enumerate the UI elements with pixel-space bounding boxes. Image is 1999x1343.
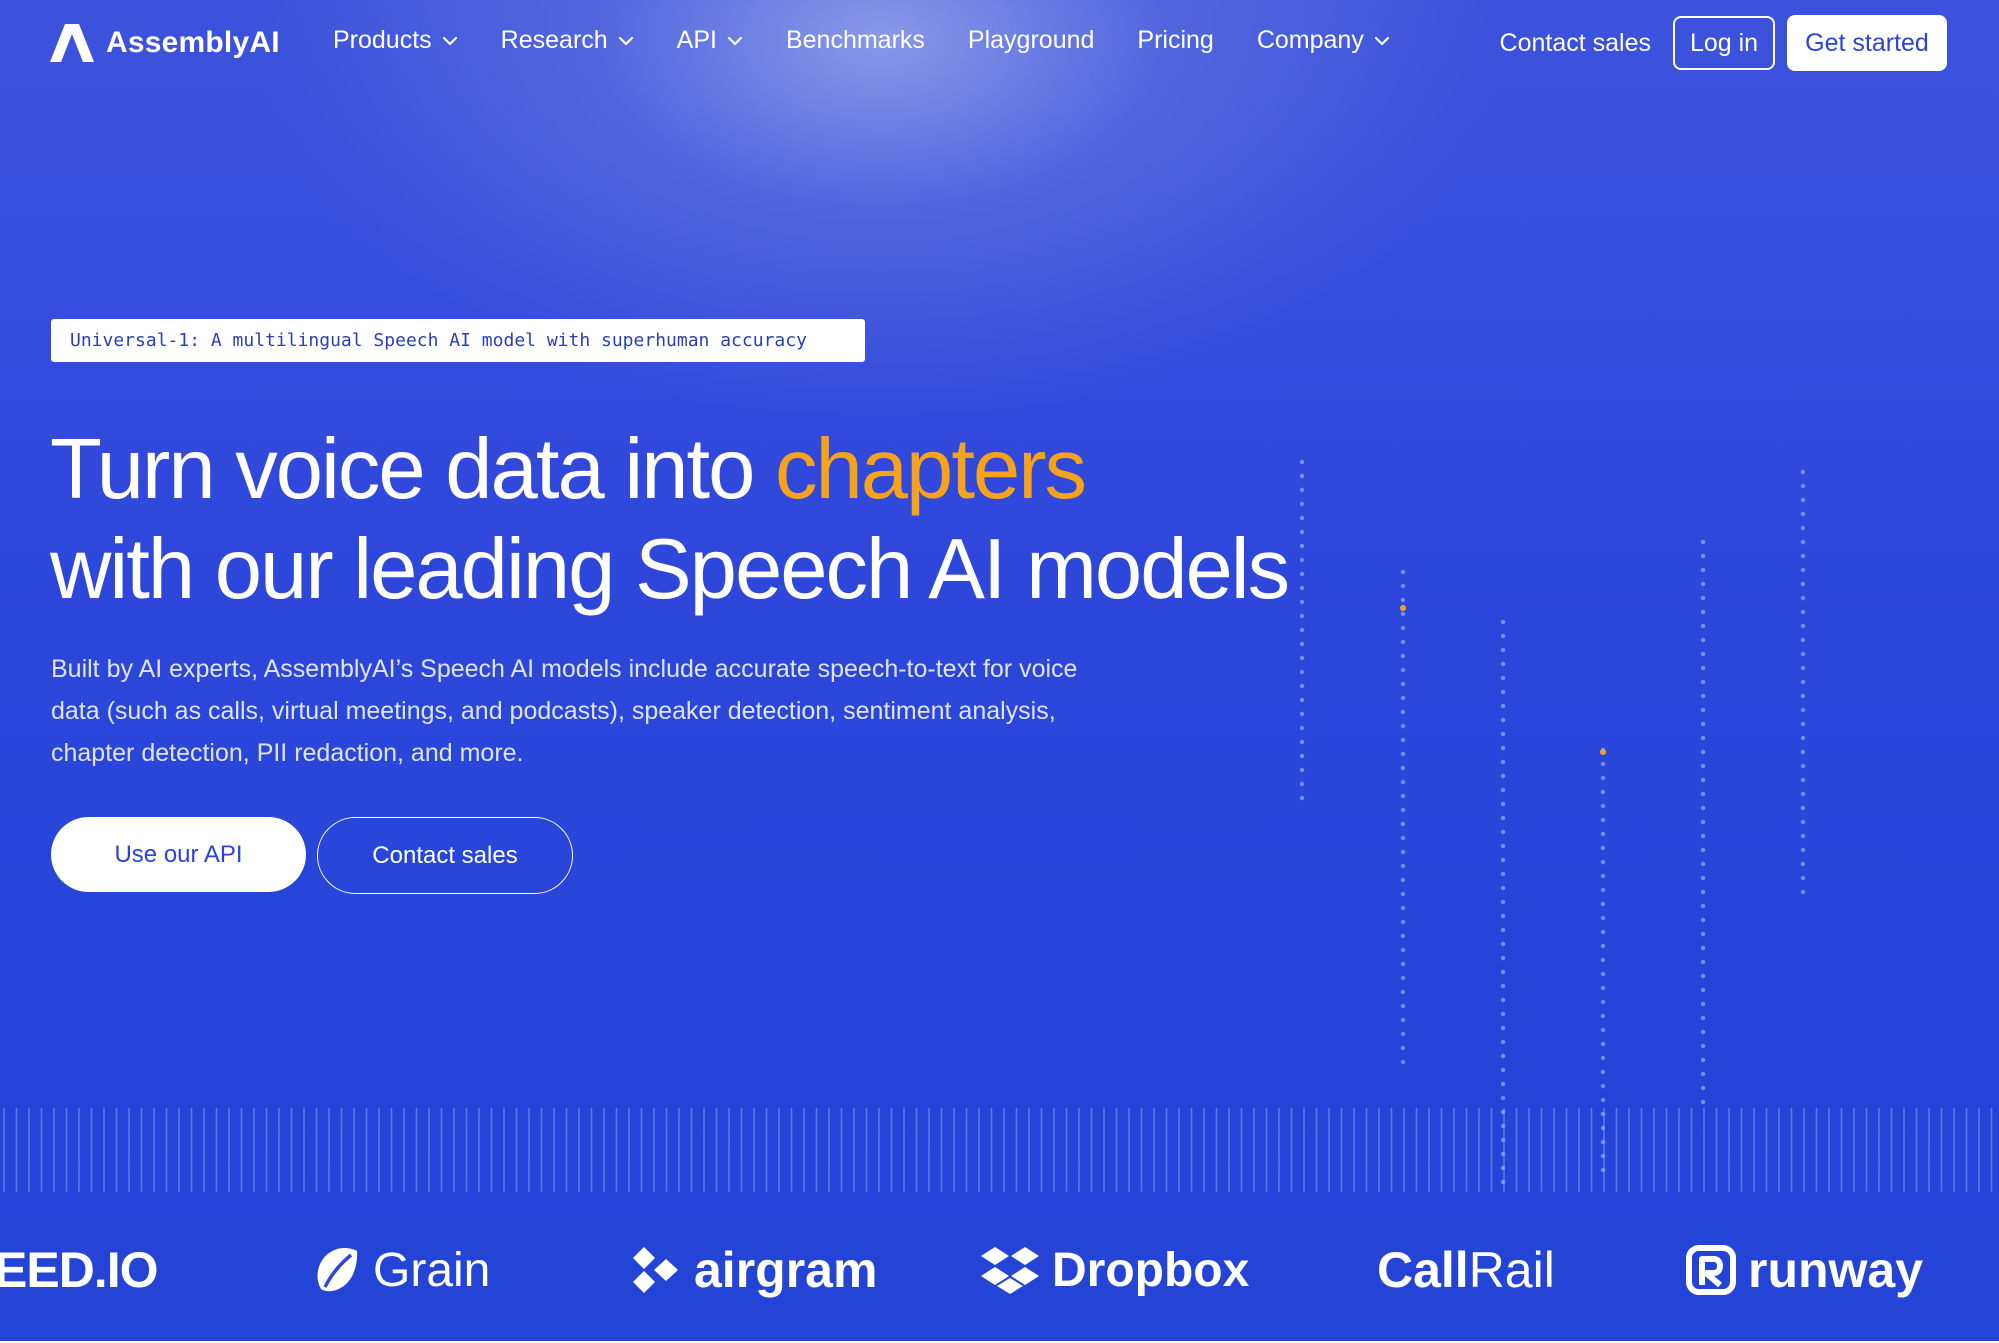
brand-logo[interactable]: AssemblyAI <box>50 24 280 62</box>
logo-callrail-text-rail: Rail <box>1468 1242 1555 1298</box>
logo-dropbox-text: Dropbox <box>1052 1243 1250 1297</box>
grain-leaf-icon <box>317 1248 358 1292</box>
page: AssemblyAI Products Research API Benchma… <box>0 0 1999 1341</box>
top-navigation: AssemblyAI Products Research API Benchma… <box>0 0 1999 90</box>
nav-actions: Contact sales Log in Get started <box>1500 15 1947 71</box>
contact-sales-link[interactable]: Contact sales <box>1500 29 1651 58</box>
nav-item-label: Benchmarks <box>785 26 925 54</box>
hero-description: Built by AI experts, AssemblyAI’s Speech… <box>51 655 1078 767</box>
nav-item-label: Playground <box>967 26 1095 54</box>
nav-menu: Products Research API Benchmarks Playgro… <box>333 26 1433 55</box>
dropbox-icon <box>981 1247 1039 1294</box>
airgram-diamond-icon <box>633 1247 678 1293</box>
logo-callrail-text-call: Call <box>1377 1242 1469 1298</box>
logo-airgram-text: airgram <box>694 1242 878 1298</box>
logo-callrail: Call Rail <box>1377 1215 1555 1325</box>
logo-airgram: airgram <box>628 1215 877 1325</box>
headline-prefix: Turn voice data into <box>50 422 775 517</box>
logo-feedio: EED.IO <box>0 1215 158 1325</box>
logo-grain: Grain <box>311 1215 490 1325</box>
chevron-down-icon <box>727 36 743 46</box>
headline-line-2: with our leading Speech AI models <box>50 522 1290 617</box>
nav-item-company[interactable]: Company <box>1257 26 1390 55</box>
nav-item-label: Products <box>333 26 432 54</box>
chevron-down-icon <box>618 36 633 46</box>
hero-headline: Turn voice data into chapters with our le… <box>50 420 1290 620</box>
logo-grain-text: Grain <box>373 1243 491 1297</box>
nav-item-products[interactable]: Products <box>333 26 458 55</box>
nav-item-research[interactable]: Research <box>501 26 634 55</box>
runway-r-icon <box>1686 1245 1736 1295</box>
login-button[interactable]: Log in <box>1673 16 1775 70</box>
brand-name: AssemblyAI <box>106 26 280 59</box>
get-started-button[interactable]: Get started <box>1787 15 1947 71</box>
use-api-button[interactable]: Use our API <box>51 817 306 892</box>
nav-item-benchmarks[interactable]: Benchmarks <box>786 26 925 55</box>
headline-accent-word: chapters <box>775 422 1087 517</box>
chevron-down-icon <box>442 36 457 46</box>
logo-runway: runway <box>1686 1215 1923 1325</box>
nav-item-pricing[interactable]: Pricing <box>1137 26 1213 55</box>
nav-item-label: Pricing <box>1137 26 1214 54</box>
announcement-badge[interactable]: Universal-1: A multilingual Speech AI mo… <box>51 319 865 362</box>
logo-dropbox: Dropbox <box>980 1215 1249 1325</box>
announcement-text: Universal-1: A multilingual Speech AI mo… <box>70 330 807 351</box>
nav-item-label: Company <box>1256 26 1364 54</box>
nav-item-label: API <box>676 26 717 54</box>
nav-item-label: Research <box>500 26 608 54</box>
assemblyai-logo-icon <box>50 24 94 62</box>
logo-feedio-text: EED.IO <box>0 1242 158 1298</box>
contact-sales-button[interactable]: Contact sales <box>317 817 573 894</box>
customer-logo-strip: EED.IO Grain airgram Dropbox Call Rail r… <box>0 1215 1999 1325</box>
chevron-down-icon <box>1374 36 1389 46</box>
nav-item-api[interactable]: API <box>677 26 743 55</box>
logo-runway-text: runway <box>1748 1242 1924 1298</box>
nav-item-playground[interactable]: Playground <box>968 26 1094 55</box>
